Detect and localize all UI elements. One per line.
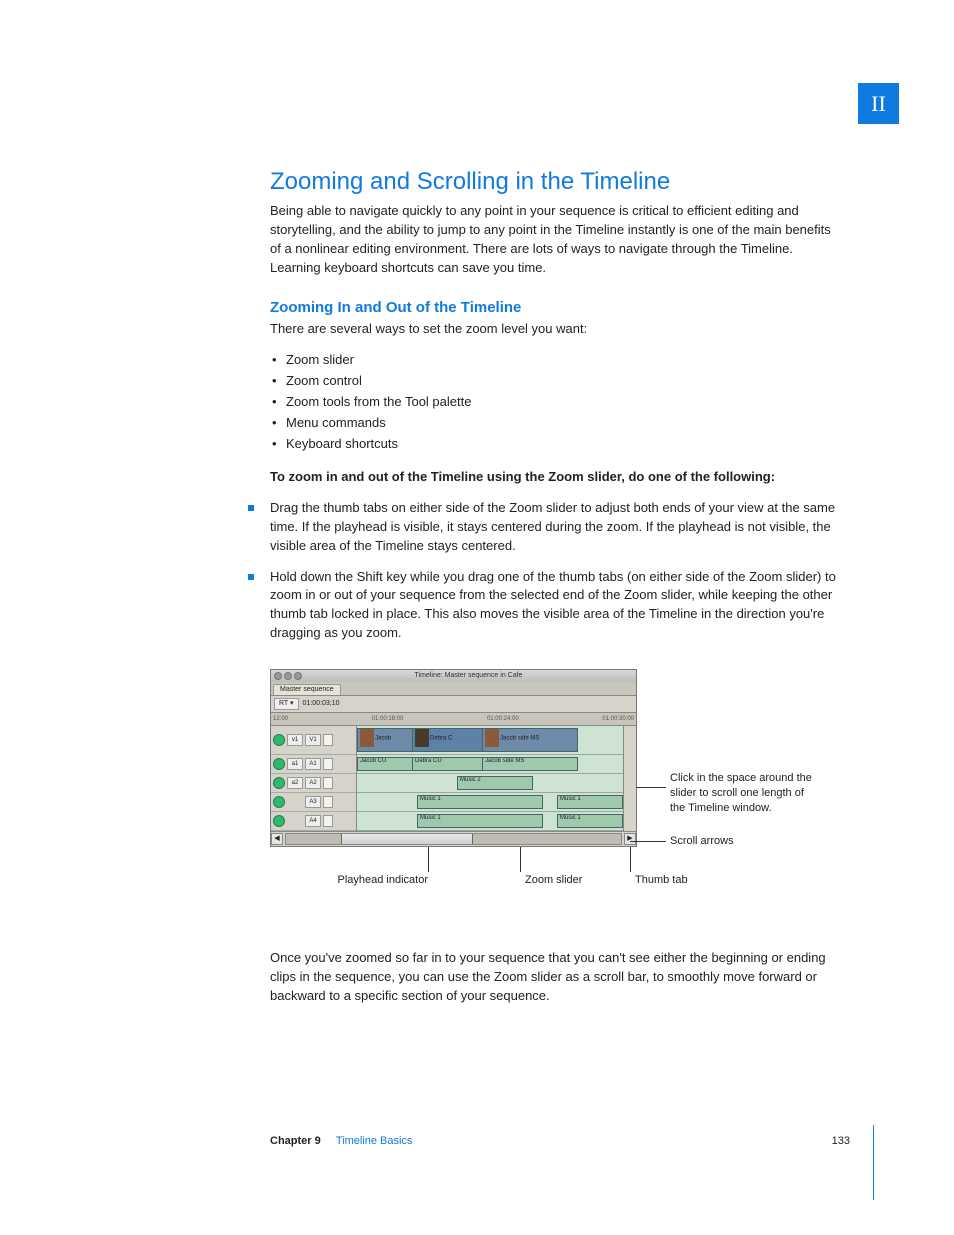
- sequence-tab-row: Master sequence: [271, 682, 636, 696]
- audio-lane-a2[interactable]: Music 2: [357, 774, 623, 793]
- visibility-toggle[interactable]: [273, 815, 285, 827]
- track-header-column: v1 V1 a1 A1 a2 A2: [271, 726, 357, 831]
- lock-icon[interactable]: [323, 796, 333, 808]
- scroll-right-arrow[interactable]: ▶: [624, 833, 636, 845]
- timeline-bottom-bar: ◀ ▶: [271, 831, 636, 846]
- sub-intro: There are several ways to set the zoom l…: [270, 320, 845, 339]
- track-source-v1[interactable]: v1: [287, 734, 303, 746]
- visibility-toggle[interactable]: [273, 777, 285, 789]
- audio-clip[interactable]: Music 1: [557, 795, 623, 809]
- audio-clip[interactable]: Jacob side MS: [482, 757, 578, 771]
- rt-menu[interactable]: RT ▾: [274, 698, 299, 710]
- intro-text: Being able to navigate quickly to any po…: [270, 202, 845, 277]
- audio-lane-a1[interactable]: Jacob CU Debra CU Jacob side MS: [357, 755, 623, 774]
- sequence-tab[interactable]: Master sequence: [273, 684, 341, 695]
- track-dest-a2[interactable]: A2: [305, 777, 321, 789]
- audio-clip[interactable]: Music 1: [557, 814, 623, 828]
- callout-text: Click in the space around the slider to …: [670, 771, 820, 816]
- callout-leader: [428, 847, 429, 872]
- timeline-window: Timeline: Master sequence in Cafe Master…: [270, 669, 637, 847]
- clip-area[interactable]: Jacob Debra C Jacob side MS Jacob CU Deb…: [357, 726, 624, 831]
- track-header-a2[interactable]: a2 A2: [271, 774, 356, 793]
- zoom-slider-thumb[interactable]: [341, 834, 473, 844]
- track-dest-a1[interactable]: A1: [305, 758, 321, 770]
- timeline-toolbar: RT ▾ 01:00:03;10: [271, 696, 636, 713]
- timeline-figure: Timeline: Master sequence in Cafe Master…: [270, 669, 845, 939]
- chapter-title: Timeline Basics: [336, 1135, 413, 1147]
- time-ruler[interactable]: 12:00 01:00:18:00 01:00:24:00 01:00:30:0…: [271, 713, 636, 726]
- chapter-label: Chapter 9: [270, 1135, 321, 1147]
- audio-clip[interactable]: Music 1: [417, 814, 543, 828]
- ruler-tick: 12:00: [273, 716, 288, 722]
- page-number: 133: [832, 1135, 850, 1147]
- titlebar: Timeline: Master sequence in Cafe: [271, 670, 636, 682]
- track-source-a1[interactable]: a1: [287, 758, 303, 770]
- timecode-display[interactable]: 01:00:03;10: [303, 700, 340, 707]
- audio-lane-a4[interactable]: Music 1 Music 1: [357, 812, 623, 831]
- list-item: Zoom control: [272, 370, 845, 391]
- ruler-tick: 01:00:24:00: [487, 716, 519, 722]
- visibility-toggle[interactable]: [273, 734, 285, 746]
- vertical-scroll[interactable]: [624, 726, 636, 831]
- video-clip[interactable]: Jacob side MS: [482, 728, 578, 752]
- audio-clip[interactable]: Jacob CU: [357, 757, 418, 771]
- lock-icon[interactable]: [323, 777, 333, 789]
- lock-icon[interactable]: [323, 734, 333, 746]
- callout-leader: [520, 847, 521, 872]
- audio-clip[interactable]: Music 1: [417, 795, 543, 809]
- track-dest-v1[interactable]: V1: [305, 734, 321, 746]
- subheading: Zooming In and Out of the Timeline: [270, 299, 845, 316]
- track-header-a1[interactable]: a1 A1: [271, 755, 356, 774]
- lock-icon[interactable]: [323, 758, 333, 770]
- video-clip[interactable]: Jacob: [357, 728, 418, 752]
- instruction-heading: To zoom in and out of the Timeline using…: [270, 468, 845, 487]
- callout-label: Playhead indicator: [328, 874, 428, 886]
- step-item: Drag the thumb tabs on either side of th…: [245, 493, 845, 562]
- callout-text: Scroll arrows: [670, 834, 820, 849]
- zoom-slider-track[interactable]: [285, 833, 622, 845]
- window-title: Timeline: Master sequence in Cafe: [304, 672, 633, 679]
- lock-icon[interactable]: [323, 815, 333, 827]
- minimize-icon[interactable]: [284, 672, 292, 680]
- step-item: Hold down the Shift key while you drag o…: [245, 562, 845, 649]
- track-header-a4[interactable]: A4: [271, 812, 356, 831]
- list-item: Zoom tools from the Tool palette: [272, 391, 845, 412]
- video-clip[interactable]: Debra C: [412, 728, 488, 752]
- close-icon[interactable]: [274, 672, 282, 680]
- visibility-toggle[interactable]: [273, 758, 285, 770]
- track-dest-a4[interactable]: A4: [305, 815, 321, 827]
- track-dest-a3[interactable]: A3: [305, 796, 321, 808]
- track-source-a2[interactable]: a2: [287, 777, 303, 789]
- audio-lane-a3[interactable]: Music 1 Music 1: [357, 793, 623, 812]
- outro-text: Once you've zoomed so far in to your seq…: [270, 949, 845, 1006]
- scroll-left-arrow[interactable]: ◀: [271, 833, 283, 845]
- track-header-v1[interactable]: v1 V1: [271, 726, 356, 755]
- callout-label: Zoom slider: [525, 874, 582, 886]
- list-item: Keyboard shortcuts: [272, 433, 845, 454]
- visibility-toggle[interactable]: [273, 796, 285, 808]
- video-lane-v1[interactable]: Jacob Debra C Jacob side MS: [357, 726, 623, 755]
- ruler-tick: 01:00:30:00: [602, 716, 634, 722]
- callout-leader: [630, 847, 631, 872]
- steps-list: Drag the thumb tabs on either side of th…: [245, 493, 845, 649]
- audio-clip[interactable]: Music 2: [457, 776, 533, 790]
- track-header-a3[interactable]: A3: [271, 793, 356, 812]
- zoom-icon[interactable]: [294, 672, 302, 680]
- ruler-tick: 01:00:18:00: [372, 716, 404, 722]
- callout-leader: [630, 841, 666, 842]
- callout-label: Thumb tab: [635, 874, 688, 886]
- page-title: Zooming and Scrolling in the Timeline: [270, 168, 845, 196]
- page-footer: Chapter 9 Timeline Basics 133: [270, 1135, 850, 1147]
- section-tab: II: [858, 83, 899, 124]
- side-rule: [873, 1125, 874, 1200]
- zoom-methods-list: Zoom slider Zoom control Zoom tools from…: [272, 349, 845, 454]
- list-item: Menu commands: [272, 412, 845, 433]
- audio-clip[interactable]: Debra CU: [412, 757, 488, 771]
- list-item: Zoom slider: [272, 349, 845, 370]
- callout-leader: [636, 787, 666, 788]
